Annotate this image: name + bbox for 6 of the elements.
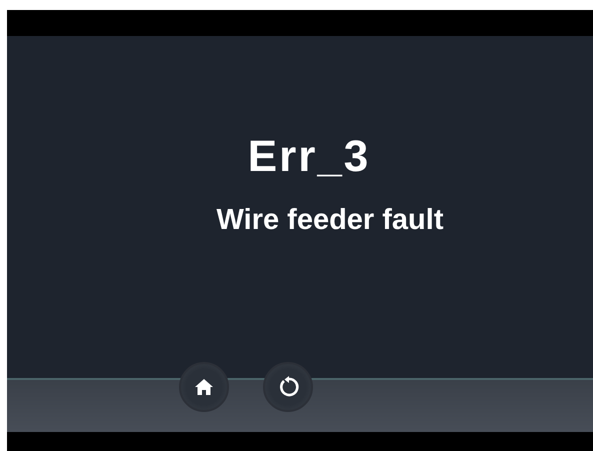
home-icon bbox=[194, 378, 214, 396]
home-button[interactable] bbox=[179, 362, 229, 412]
refresh-button[interactable] bbox=[263, 362, 313, 412]
error-message: Wire feeder fault bbox=[216, 204, 444, 237]
refresh-icon bbox=[277, 376, 299, 398]
error-code: Err_3 bbox=[248, 132, 370, 182]
